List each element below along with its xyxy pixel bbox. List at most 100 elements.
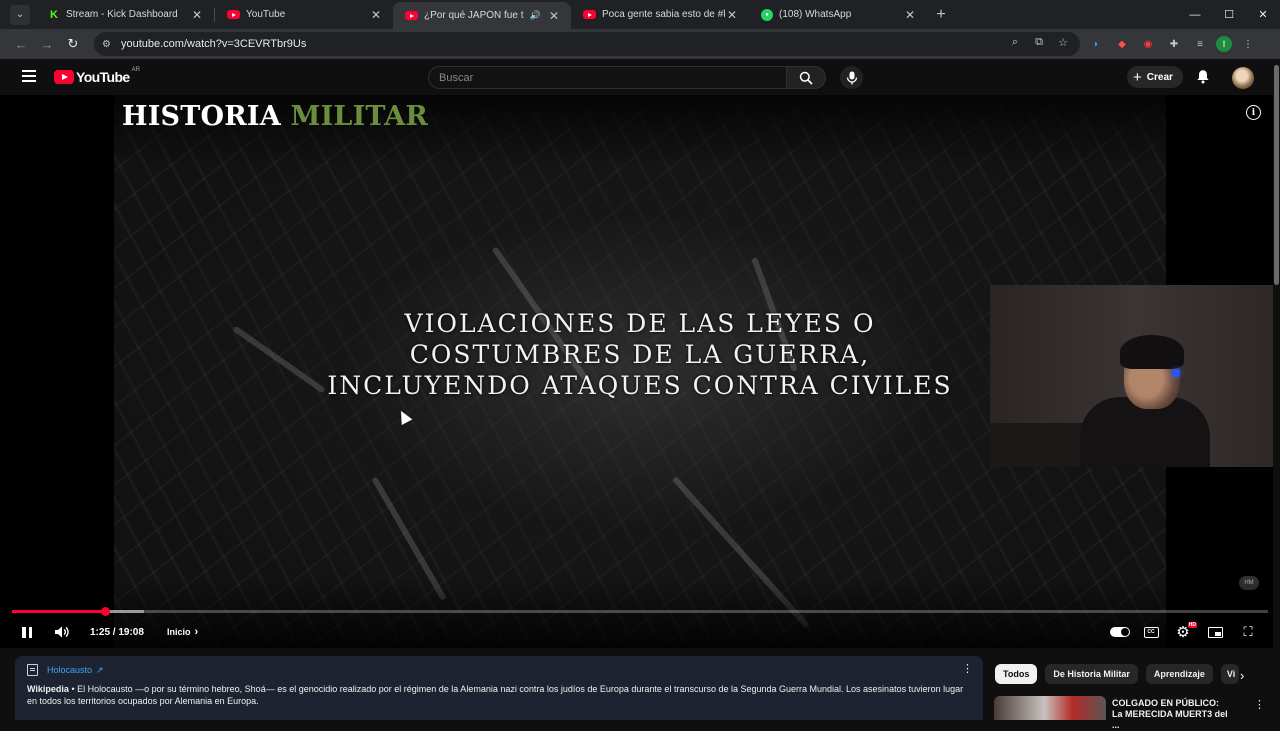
progress-scrubber[interactable] — [100, 607, 110, 616]
chapter-button[interactable]: Inicio › — [167, 621, 198, 643]
menu-icon[interactable] — [22, 70, 36, 86]
chip-partial[interactable]: Vi — [1220, 664, 1239, 684]
tab-search-button[interactable]: ⌄ — [10, 4, 30, 25]
plus-icon: + — [1133, 68, 1142, 86]
video-caption-overlay: VIOLACIONES DE LAS LEYES O COSTUMBRES DE… — [290, 308, 990, 401]
minimize-icon[interactable]: — — [1178, 0, 1212, 29]
autoplay-toggle[interactable] — [1109, 621, 1131, 643]
youtube-logo[interactable]: YouTube AR — [54, 67, 140, 85]
search-icon — [799, 71, 813, 85]
page-scrollbar[interactable] — [1273, 59, 1280, 720]
youtube-header: YouTube AR + Crear — [0, 59, 1280, 95]
player-controls: 1:25 / 19:08 Inicio › CC ⚙ HD ⛶ — [0, 621, 1280, 645]
reading-list-icon[interactable]: ≡ — [1190, 34, 1210, 54]
channel-title-green: MILITAR — [290, 101, 429, 132]
maximize-icon[interactable]: ☐ — [1212, 0, 1246, 29]
youtube-play-icon — [54, 70, 74, 84]
browser-tab-whatsapp[interactable]: ● (108) WhatsApp ✕ — [749, 0, 927, 29]
time-display: 1:25 / 19:08 — [90, 626, 144, 638]
chip-aprendizaje[interactable]: Aprendizaje — [1145, 664, 1213, 684]
video-info-icon[interactable]: i — [1246, 105, 1261, 120]
url-text[interactable]: youtube.com/watch?v=3CEVRTbr9Us — [121, 38, 306, 50]
tab-title: (108) WhatsApp — [779, 9, 852, 20]
chevron-right-icon[interactable]: › — [1240, 668, 1244, 683]
close-icon[interactable]: ✕ — [547, 9, 561, 23]
search-box[interactable] — [428, 66, 786, 89]
progress-bar[interactable] — [12, 607, 1268, 616]
subtitles-button[interactable]: CC — [1143, 621, 1159, 643]
close-icon[interactable]: ✕ — [369, 8, 383, 22]
browser-tab-kick[interactable]: K Stream - Kick Dashboard ✕ — [36, 0, 214, 29]
arrow-right-icon: → — [40, 36, 54, 52]
search-input[interactable] — [439, 71, 786, 84]
topic-info-panel: Holocausto ↗ ⋮ Wikipedia • El Holocausto… — [15, 656, 983, 720]
omnibox-actions: ⌕ ⧉ ☆ — [1008, 36, 1070, 49]
chip-todos[interactable]: Todos — [995, 664, 1038, 684]
new-tab-button[interactable]: + — [927, 6, 955, 24]
pause-button[interactable] — [20, 621, 34, 643]
whatsapp-icon: ● — [761, 8, 773, 21]
extensions-row: ◗ ◆ ◉ ✚ ≡ I ⋮ — [1086, 34, 1258, 54]
profile-avatar[interactable]: I — [1216, 36, 1232, 52]
forward-button[interactable]: → — [34, 31, 60, 57]
install-app-icon[interactable]: ⧉ — [1032, 36, 1046, 49]
create-label: Crear — [1146, 71, 1173, 83]
reload-button[interactable]: ↻ — [60, 31, 86, 57]
chevron-right-icon: › — [194, 626, 199, 638]
tab-title: YouTube — [246, 9, 286, 20]
reload-icon: ↻ — [67, 36, 79, 51]
chip-historia-militar[interactable]: De Historia Militar — [1045, 664, 1138, 684]
youtube-icon — [583, 10, 596, 19]
more-vert-icon[interactable]: ⋮ — [962, 662, 973, 675]
close-icon[interactable]: ✕ — [190, 8, 204, 22]
extension-badge-icon[interactable]: ◆ — [1112, 34, 1132, 54]
recommended-video-title[interactable]: COLGADO EN PÚBLICO: La MERECIDA MUERT3 d… — [1112, 698, 1230, 731]
document-icon — [27, 664, 38, 676]
hd-badge: HD — [1187, 622, 1197, 628]
notifications-bell-icon[interactable] — [1196, 69, 1210, 89]
filter-chips: Todos De Historia Militar Aprendizaje Vi — [995, 664, 1239, 684]
browser-tab-kaio[interactable]: Poca gente sabia esto de #kaio ✕ — [571, 0, 749, 29]
close-icon[interactable]: ✕ — [903, 8, 917, 22]
close-icon[interactable]: ✕ — [725, 8, 739, 22]
search-button[interactable] — [786, 66, 826, 89]
bookmark-star-icon[interactable]: ☆ — [1056, 36, 1070, 49]
video-player[interactable]: HISTORIA MILITAR VIOLACIONES DE LAS LEYE… — [0, 95, 1280, 648]
channel-title-white: HISTORIA — [122, 101, 281, 132]
external-link-icon[interactable]: ↗ — [96, 665, 104, 676]
record-icon[interactable]: ◉ — [1138, 34, 1158, 54]
topic-link[interactable]: Holocausto — [47, 665, 92, 675]
topic-description: Wikipedia • El Holocausto —o por su térm… — [27, 683, 971, 707]
microphone-icon — [846, 71, 857, 84]
cc-icon: CC — [1143, 626, 1159, 638]
recommended-video-thumbnail[interactable] — [994, 696, 1106, 720]
webcam-person-hair — [1120, 335, 1184, 369]
site-settings-icon[interactable]: ⚙ — [102, 39, 111, 50]
browser-tab-active-video[interactable]: ¿Por qué JAPÓN fue tan BR 🔊 ✕ — [393, 2, 571, 29]
info-source[interactable]: Wikipedia — [27, 684, 69, 694]
fullscreen-button[interactable]: ⛶ — [1240, 621, 1256, 643]
volume-icon — [55, 626, 69, 638]
create-button[interactable]: + Crear — [1127, 66, 1183, 88]
voice-search-button[interactable] — [840, 66, 863, 89]
scrollbar-thumb[interactable] — [1274, 65, 1279, 285]
info-panel-header: Holocausto ↗ — [27, 662, 971, 678]
fullscreen-icon: ⛶ — [1243, 624, 1253, 639]
miniplayer-icon — [1207, 626, 1223, 638]
back-button[interactable]: ← — [8, 31, 34, 57]
tab-title: ¿Por qué JAPÓN fue tan BR — [424, 10, 524, 21]
address-bar[interactable]: ⚙ youtube.com/watch?v=3CEVRTbr9Us ⌕ ⧉ ☆ — [94, 32, 1080, 56]
browser-tab-youtube[interactable]: YouTube ✕ — [215, 0, 393, 29]
zoom-icon[interactable]: ⌕ — [1008, 36, 1022, 49]
extension-wave-icon[interactable]: ◗ — [1086, 34, 1106, 54]
speaker-icon[interactable]: 🔊 — [530, 10, 541, 21]
puzzle-icon[interactable]: ✚ — [1164, 34, 1184, 54]
more-vert-icon[interactable]: ⋮ — [1254, 698, 1265, 711]
close-window-icon[interactable]: ✕ — [1246, 0, 1280, 29]
account-avatar[interactable] — [1232, 67, 1254, 89]
more-vert-icon[interactable]: ⋮ — [1238, 34, 1258, 54]
volume-button[interactable] — [52, 621, 72, 643]
settings-button[interactable]: ⚙ HD — [1174, 621, 1197, 643]
miniplayer-button[interactable] — [1207, 621, 1223, 643]
below-video-area: Holocausto ↗ ⋮ Wikipedia • El Holocausto… — [0, 648, 1280, 730]
